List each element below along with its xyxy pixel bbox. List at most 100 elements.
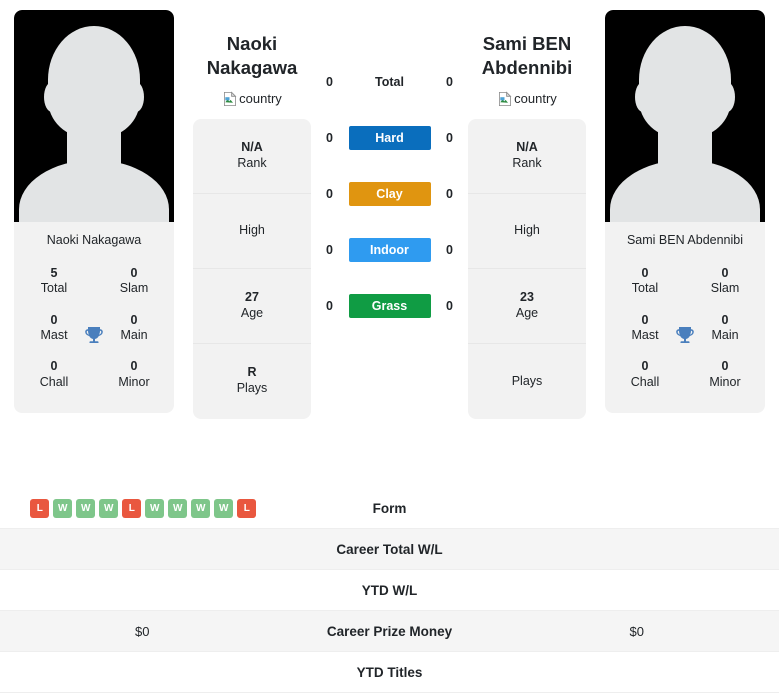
player-comparison-page: Naoki Nakagawa 5 Total 0 Slam 0 Mast 0 M…: [0, 0, 779, 699]
table-row-form: LWWWLWWWWL Form: [0, 488, 779, 529]
title-stat-label: Chall: [630, 374, 660, 389]
country-alt-text-right: country: [514, 91, 557, 107]
info-value: 27: [245, 289, 259, 304]
titles-grid-right: 0 Total 0 Slam 0 Mast 0 Main 0 Chall 0 M…: [605, 259, 765, 413]
title-stat-label: Chall: [39, 374, 69, 389]
stat-label: YTD W/L: [361, 582, 418, 598]
form-badge-loss: L: [30, 498, 50, 518]
surface-right-value: 0: [446, 131, 453, 145]
title-stat-total: 5 Total: [14, 259, 94, 306]
form-cell-left: LWWWLWWWWL: [0, 498, 285, 518]
title-stat-label: Slam: [710, 281, 740, 296]
surface-left-value: 0: [326, 131, 333, 145]
title-stat-value: 0: [721, 266, 729, 280]
avatar-silhouette-body: [610, 160, 760, 222]
stat-value-right: $0: [629, 623, 644, 639]
title-stat-value: 0: [130, 266, 138, 280]
surface-row-indoor: 0 Indoor 0: [317, 236, 463, 264]
avatar-silhouette-body: [19, 160, 169, 222]
surface-row-total: 0 Total 0: [317, 68, 463, 96]
form-badge-win: W: [214, 498, 234, 518]
title-stat-label: Slam: [119, 281, 149, 296]
info-row-plays: R Plays: [193, 344, 311, 419]
form-badge-list-left: LWWWLWWWWL: [28, 498, 257, 518]
surface-badge-indoor: Indoor: [348, 238, 431, 262]
player-card-right[interactable]: Sami BEN Abdennibi 0 Total 0 Slam 0 Mast…: [605, 10, 765, 413]
title-stat-minor: 0 Minor: [685, 352, 765, 399]
info-value: N/A: [516, 139, 538, 154]
title-stat-value: 0: [50, 359, 58, 374]
table-row-ytd-wl: YTD W/L: [0, 570, 779, 611]
title-stat-minor: 0 Minor: [94, 352, 174, 399]
title-stat-slam: 0 Slam: [685, 259, 765, 306]
player-info-card-left: N/A Rank High 27 Age R Plays: [193, 118, 311, 419]
trophy-icon: [676, 326, 694, 343]
title-stat-value: 0: [641, 359, 649, 374]
player-name-caption-right: Sami BEN Abdennibi: [605, 222, 765, 259]
title-stat-label: Total: [631, 281, 659, 296]
avatar-silhouette-ear-right: [719, 82, 735, 112]
title-stat-value: 0: [130, 312, 138, 327]
info-label: High: [239, 223, 265, 238]
surface-right-value: 0: [446, 75, 453, 89]
info-row-high: High: [468, 194, 586, 269]
surface-badge-clay: Clay: [348, 182, 431, 206]
title-stat-value: 0: [641, 266, 649, 280]
stat-label: Form: [372, 500, 407, 516]
player-name-left: Naoki Nakagawa: [207, 32, 298, 81]
title-stat-label: Main: [120, 328, 148, 342]
title-stat-slam: 0 Slam: [94, 259, 174, 306]
title-stat-label: Total: [40, 281, 68, 296]
player-name-left-line2: Nakagawa: [206, 57, 298, 79]
surface-right-value: 0: [446, 187, 453, 201]
form-badge-win: W: [191, 498, 211, 518]
surface-right-value: 0: [446, 243, 453, 257]
table-row-career-total-wl: Career Total W/L: [0, 529, 779, 570]
title-stat-main: 0 Main: [685, 306, 765, 353]
title-stat-value: 0: [641, 312, 649, 327]
player-name-left-line1: Naoki: [226, 33, 278, 54]
form-badge-loss: L: [237, 498, 257, 518]
title-stat-value: 5: [50, 266, 58, 280]
info-label: Age: [515, 305, 539, 320]
titles-grid-left: 5 Total 0 Slam 0 Mast 0 Main 0 Chall 0 M…: [14, 259, 174, 413]
title-stat-label: Main: [711, 328, 739, 342]
broken-image-icon: [499, 91, 512, 106]
surface-left-value: 0: [326, 75, 333, 89]
form-badge-loss: L: [122, 498, 142, 518]
player-name-caption-left: Naoki Nakagawa: [14, 222, 174, 259]
stat-label: Career Total W/L: [336, 541, 443, 557]
info-value: 23: [520, 289, 534, 304]
avatar-silhouette-ear-left: [44, 82, 60, 112]
country-flag-right: country: [497, 91, 557, 107]
title-stat-value: 0: [721, 312, 729, 327]
title-stat-chall: 0 Chall: [14, 352, 94, 399]
player-name-right-line2: Abdennibi: [481, 57, 573, 79]
title-stat-main: 0 Main: [94, 306, 174, 353]
player-card-left[interactable]: Naoki Nakagawa 5 Total 0 Slam 0 Mast 0 M…: [14, 10, 174, 413]
info-row-age: 23 Age: [468, 269, 586, 344]
stats-comparison-table: LWWWLWWWWL Form Career Total W/L YTD W/L…: [0, 488, 779, 693]
surface-comparison-column: 0 Total 0 0 Hard 0 0 Clay 0 0 Indoor 0 0: [311, 10, 468, 320]
title-stat-value: 0: [721, 359, 729, 374]
surface-row-clay: 0 Clay 0: [317, 180, 463, 208]
player-avatar-right: [605, 10, 765, 222]
info-row-plays: Plays: [468, 344, 586, 419]
info-row-age: 27 Age: [193, 269, 311, 344]
player-info-card-right: N/A Rank High 23 Age Plays: [468, 118, 586, 419]
title-stat-value: 0: [130, 359, 138, 374]
player-name-right: Sami BEN Abdennibi: [482, 32, 572, 81]
surface-row-hard: 0 Hard 0: [317, 124, 463, 152]
comparison-header: Naoki Nakagawa 5 Total 0 Slam 0 Mast 0 M…: [0, 0, 779, 419]
info-value: R: [247, 365, 257, 380]
title-stat-label: Mast: [40, 328, 68, 342]
info-label: High: [514, 223, 540, 238]
trophy-icon: [85, 326, 103, 343]
surface-badge-total: Total: [375, 75, 404, 89]
info-label: Rank: [237, 155, 267, 170]
title-stat-label: Minor: [118, 374, 150, 389]
surface-left-value: 0: [326, 187, 333, 201]
surface-left-value: 0: [326, 243, 333, 257]
title-stat-value: 0: [50, 312, 58, 327]
title-stat-chall: 0 Chall: [605, 352, 685, 399]
